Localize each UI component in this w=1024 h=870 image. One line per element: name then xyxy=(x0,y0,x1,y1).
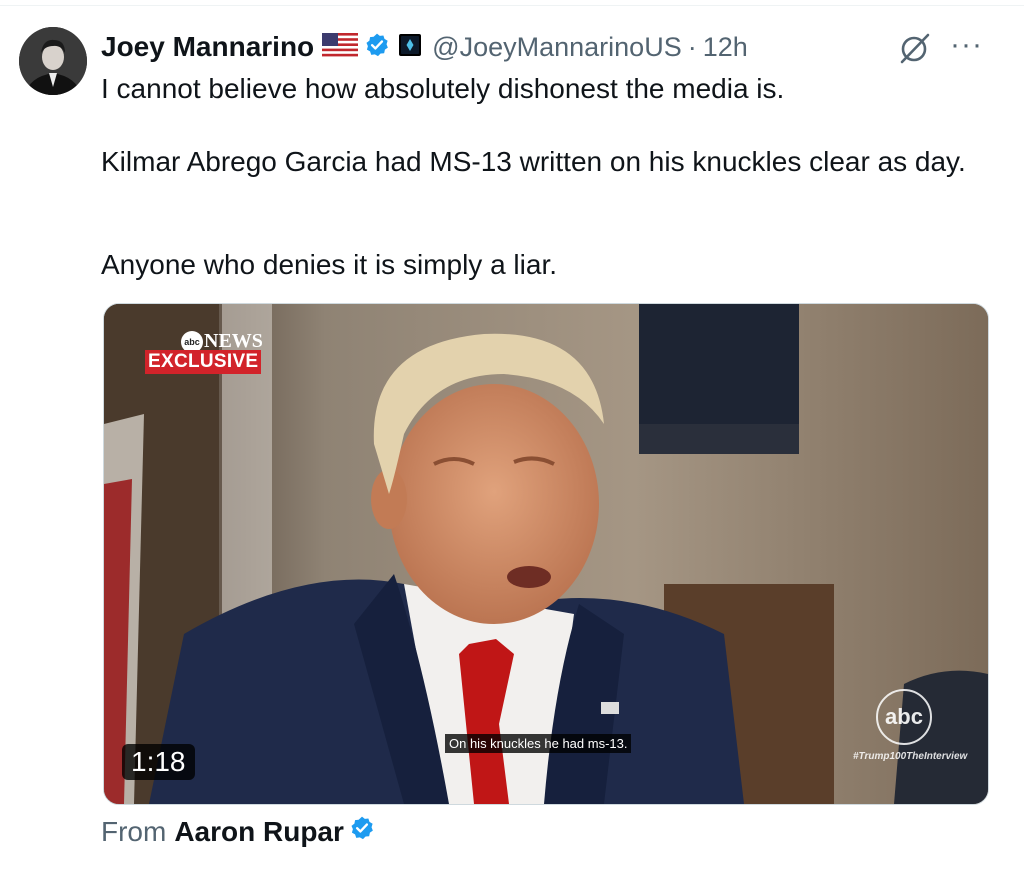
video-caption: On his knuckles he had ms-13. xyxy=(445,734,632,753)
author-handle[interactable]: @JoeyMannarinoUS xyxy=(432,32,682,63)
video-player[interactable]: abc NEWS EXCLUSIVE On his knuckles he ha… xyxy=(103,303,989,805)
us-flag-icon xyxy=(322,32,359,62)
video-frame xyxy=(104,304,988,804)
avatar[interactable] xyxy=(19,27,87,95)
verified-badge-icon[interactable] xyxy=(349,815,375,848)
exclusive-badge: EXCLUSIVE xyxy=(145,350,262,374)
verified-badge-icon[interactable] xyxy=(364,32,390,63)
tweet-paragraph: Anyone who denies it is simply a liar. xyxy=(101,249,557,280)
tweet-header: Joey Mannarino @JoeyMannarinoUS · 12h xyxy=(101,26,748,68)
tweet-paragraph: Kilmar Abrego Garcia had MS-13 written o… xyxy=(101,146,966,177)
source-author-link[interactable]: Aaron Rupar xyxy=(174,816,344,848)
from-label: From xyxy=(101,815,167,847)
tweet-timestamp[interactable]: 12h xyxy=(703,32,748,63)
top-divider xyxy=(0,5,1024,6)
source-attribution: From Aaron Rupar xyxy=(101,815,375,848)
author-name[interactable]: Joey Mannarino xyxy=(101,31,314,63)
video-hashtag: #Trump100TheInterview xyxy=(853,751,968,762)
abc-watermark: abc xyxy=(876,689,932,745)
separator-dot: · xyxy=(687,31,697,62)
affiliation-badge-icon[interactable] xyxy=(398,33,422,62)
tweet-paragraph: I cannot believe how absolutely dishones… xyxy=(101,73,785,104)
more-options-icon[interactable]: ··· xyxy=(950,30,983,60)
video-duration: 1:18 xyxy=(122,744,195,780)
grok-icon[interactable] xyxy=(897,30,933,71)
